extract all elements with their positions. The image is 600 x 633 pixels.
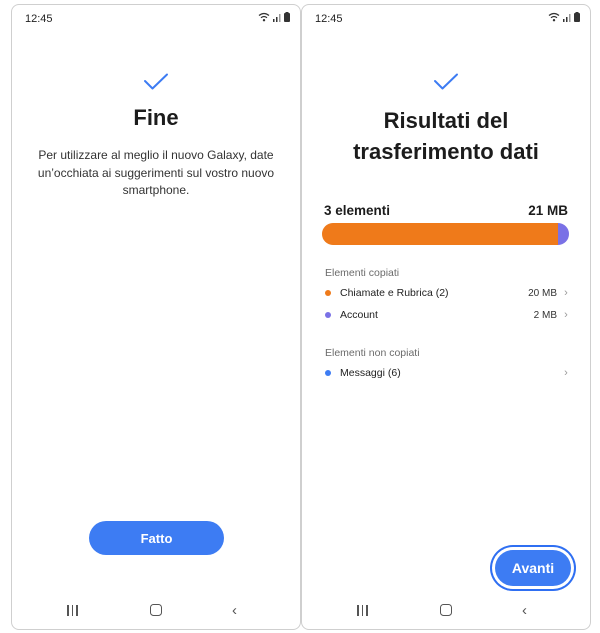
nav-back-icon[interactable]: ‹ <box>232 602 237 619</box>
chevron-right-icon: › <box>564 367 568 379</box>
page-title: Fine <box>133 105 179 130</box>
page-title-line-1: Risultati del <box>383 108 509 133</box>
nav-home-icon[interactable] <box>440 604 452 616</box>
status-bar: 12:45 <box>302 5 590 31</box>
chevron-right-icon: › <box>564 309 568 321</box>
nav-recent-icon[interactable] <box>67 605 78 616</box>
wifi-icon <box>258 12 270 22</box>
page-title-line-2: trasferimento dati <box>353 139 539 164</box>
transfer-summary: 3 elementi 21 MB <box>324 203 568 218</box>
total-size: 21 MB <box>528 203 568 218</box>
done-button[interactable]: Fatto <box>89 521 224 555</box>
page-title: Risultati del trasferimento dati <box>302 105 590 167</box>
list-item-messages[interactable]: Messaggi (6) › <box>325 364 570 382</box>
purple-dot-icon <box>325 312 331 318</box>
progress-segment-account <box>557 223 569 245</box>
item-size: 20 MB <box>528 287 557 299</box>
status-time: 12:45 <box>315 13 343 25</box>
item-size: 2 MB <box>533 309 557 321</box>
checkmark-icon <box>144 73 168 90</box>
signal-icon <box>563 14 571 22</box>
transfer-progress-bar <box>322 223 569 245</box>
navigation-bar: ‹ <box>12 601 300 621</box>
list-item-account[interactable]: Account 2 MB › <box>325 306 570 324</box>
chevron-right-icon: › <box>564 287 568 299</box>
item-label: Messaggi (6) <box>340 367 401 379</box>
signal-icon <box>273 14 281 22</box>
item-label: Chiamate e Rubrica (2) <box>340 287 449 299</box>
list-item-calls-contacts[interactable]: Chiamate e Rubrica (2) 20 MB › <box>325 284 570 302</box>
progress-segment-calls-contacts <box>322 223 558 245</box>
navigation-bar: ‹ <box>302 601 590 621</box>
wifi-icon <box>548 12 560 22</box>
nav-back-icon[interactable]: ‹ <box>522 602 527 619</box>
battery-icon <box>284 12 290 22</box>
nav-recent-icon[interactable] <box>357 605 368 616</box>
nav-home-icon[interactable] <box>150 604 162 616</box>
not-copied-section-header: Elementi non copiati <box>325 347 420 359</box>
status-bar: 12:45 <box>12 5 300 31</box>
copied-section-header: Elementi copiati <box>325 267 400 279</box>
item-label: Account <box>340 309 378 321</box>
status-time: 12:45 <box>25 13 53 25</box>
item-count: 3 elementi <box>324 203 391 218</box>
checkmark-icon <box>434 73 458 90</box>
battery-icon <box>574 12 580 22</box>
page-description: Per utilizzare al meglio il nuovo Galaxy… <box>37 148 275 197</box>
next-button[interactable]: Avanti <box>495 550 571 586</box>
right-phone-screen: 12:45 Risultati del trasferimento dati 3… <box>301 4 591 630</box>
left-phone-screen: 12:45 Fine Per utilizzare al meglio il n… <box>11 4 301 630</box>
blue-dot-icon <box>325 370 331 376</box>
orange-dot-icon <box>325 290 331 296</box>
